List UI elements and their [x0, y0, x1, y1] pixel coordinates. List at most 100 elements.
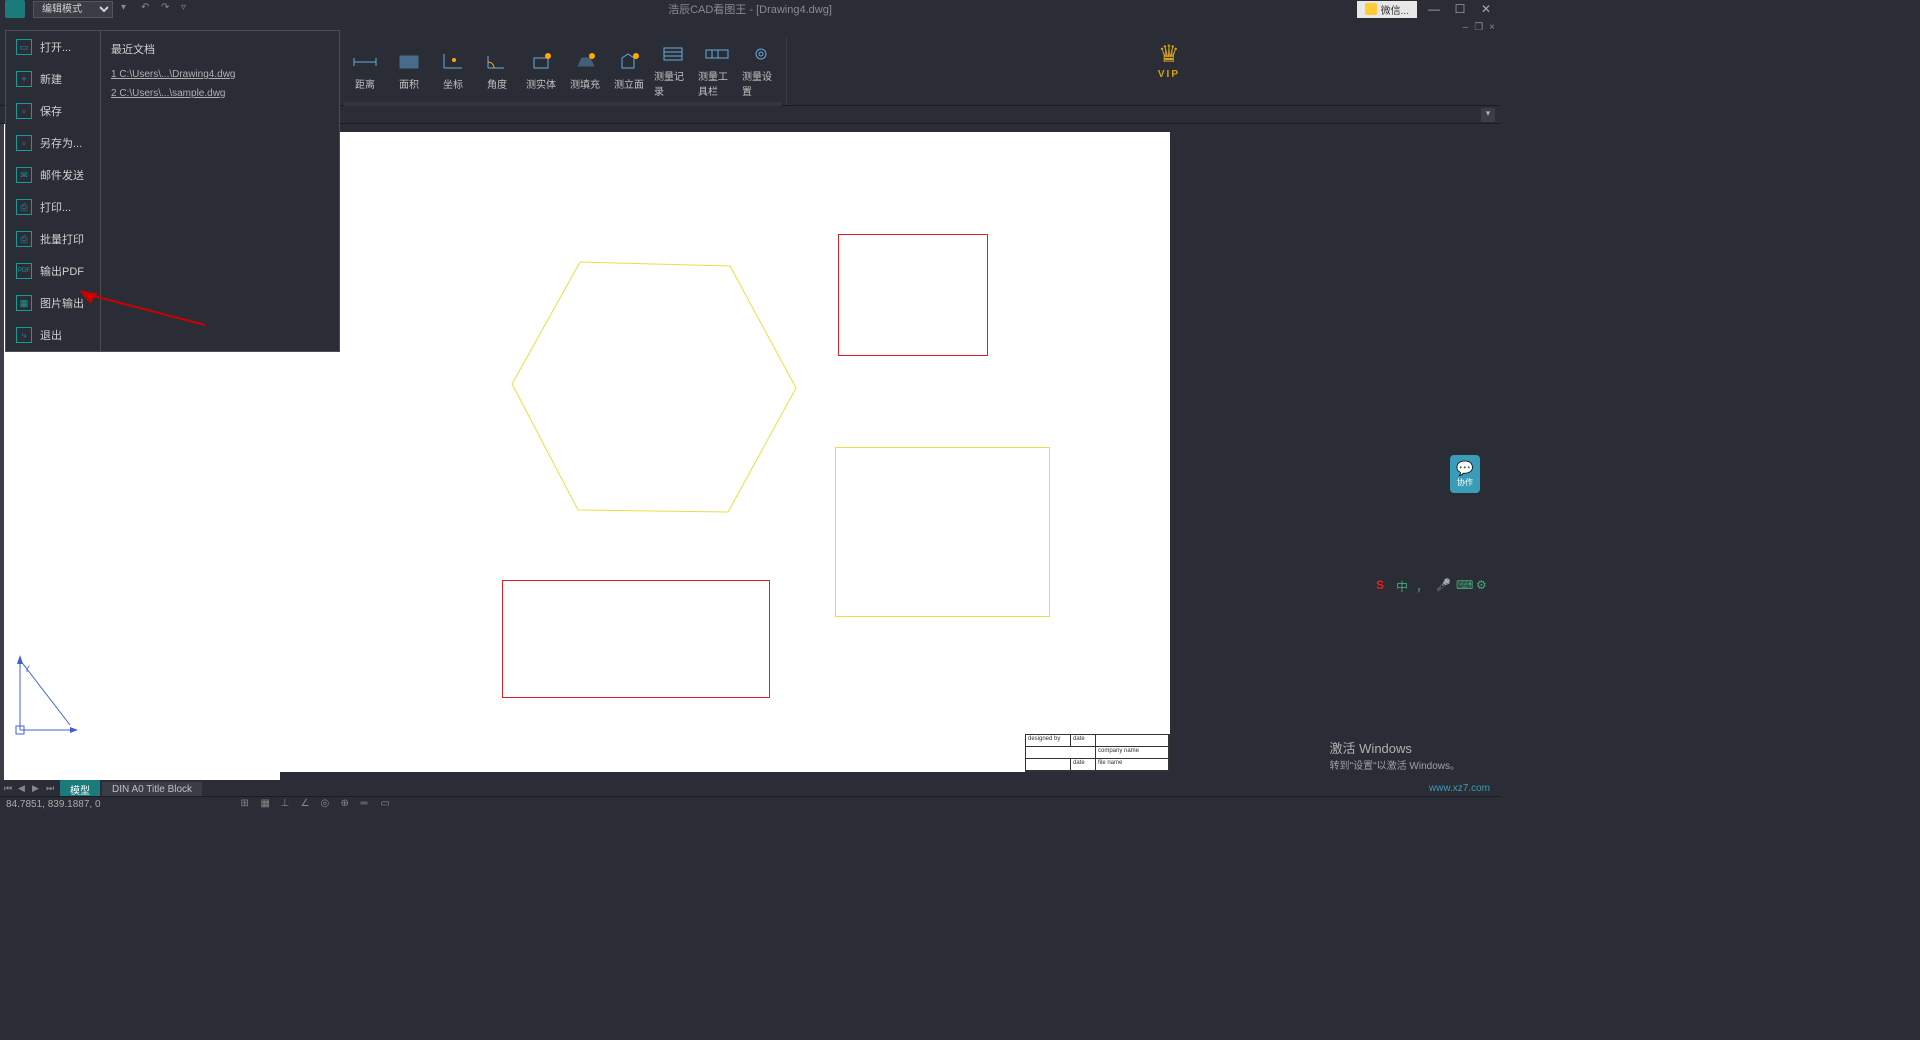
- ime-lang-icon[interactable]: 中: [1396, 578, 1412, 594]
- wechat-icon: [1365, 3, 1377, 15]
- ribbon-group-measure: 距离 面积 坐标 角度 测实体 测填充: [340, 38, 787, 105]
- lwt-icon[interactable]: ═: [361, 798, 375, 812]
- otrack-icon[interactable]: ⊕: [341, 798, 355, 812]
- collab-button[interactable]: 💬 协作: [1450, 455, 1480, 493]
- hexagon-shape: [510, 260, 800, 520]
- coord-button[interactable]: 坐标: [432, 38, 474, 102]
- coord-icon: [439, 50, 467, 74]
- hatch-icon: [571, 50, 599, 74]
- ime-punct-icon[interactable]: ，: [1416, 578, 1432, 594]
- angle-icon: [483, 50, 511, 74]
- mail-item[interactable]: ✉邮件发送: [6, 159, 100, 191]
- distance-button[interactable]: 距离: [344, 38, 386, 102]
- sub-window-controls: – ❐ ×: [1463, 22, 1495, 33]
- batch-print-icon: ⎙: [16, 231, 32, 247]
- recent-file-1[interactable]: 1 C:\Users\...\Drawing4.dwg: [111, 65, 329, 84]
- ime-keyboard-icon[interactable]: ⌨: [1456, 578, 1472, 594]
- svg-text:Y: Y: [24, 664, 30, 674]
- hatch-button[interactable]: 测填充: [564, 38, 606, 102]
- annotation-arrow-icon: [80, 290, 210, 330]
- red-rect-top: [838, 234, 988, 356]
- window-title: 浩辰CAD看图王 - [Drawing4.dwg]: [668, 1, 832, 17]
- save-icon: ▫: [16, 103, 32, 119]
- angle-button[interactable]: 角度: [476, 38, 518, 102]
- crown-icon: ♛: [1158, 40, 1180, 69]
- plus-icon: +: [16, 71, 32, 87]
- redo-icon[interactable]: ↷: [161, 2, 175, 16]
- osnap-icon[interactable]: ◎: [321, 798, 335, 812]
- status-bar: 84.7851, 839.1887, 0 ⊞ ▦ ⊥ ∠ ◎ ⊕ ═ ▭: [0, 796, 1500, 812]
- chat-icon: 💬: [1456, 460, 1473, 477]
- saveas-item[interactable]: ▫另存为...: [6, 127, 100, 159]
- title-bar: 编辑模式 ▾ ↶ ↷ ▿ 浩辰CAD看图王 - [Drawing4.dwg] 微…: [0, 0, 1500, 18]
- new-item[interactable]: +新建: [6, 63, 100, 95]
- snap-icon[interactable]: ⊞: [241, 798, 255, 812]
- gear-icon: [747, 42, 775, 66]
- folder-icon: ▭: [16, 39, 32, 55]
- grid-icon[interactable]: ▦: [261, 798, 275, 812]
- pdf-icon: PDF: [16, 263, 32, 279]
- recent-title: 最近文档: [111, 41, 329, 57]
- quick-access-toolbar: ▾ ↶ ↷ ▿: [121, 2, 195, 16]
- tab-prev-icon[interactable]: ◀: [18, 783, 30, 795]
- record-button[interactable]: 测量记录: [652, 38, 694, 102]
- qat-dropdown-icon[interactable]: ▾: [121, 2, 135, 16]
- area-icon: [395, 50, 423, 74]
- status-tools: ⊞ ▦ ⊥ ∠ ◎ ⊕ ═ ▭: [241, 798, 395, 812]
- elevation-button[interactable]: 测立面: [608, 38, 650, 102]
- entity-button[interactable]: 测实体: [520, 38, 562, 102]
- print-icon: ⎙: [16, 199, 32, 215]
- save-item[interactable]: ▫保存: [6, 95, 100, 127]
- open-item[interactable]: ▭打开...: [6, 31, 100, 63]
- export-pdf-item[interactable]: PDF输出PDF: [6, 255, 100, 287]
- mode-selector[interactable]: 编辑模式: [33, 1, 113, 18]
- sub-close-icon[interactable]: ×: [1489, 22, 1495, 33]
- wechat-button[interactable]: 微信...: [1357, 1, 1417, 18]
- toolbar-button[interactable]: 测量工具栏: [696, 38, 738, 102]
- tab-last-icon[interactable]: ⏭: [46, 783, 58, 795]
- dyn-icon[interactable]: ▭: [381, 798, 395, 812]
- batch-print-item[interactable]: ⎙批量打印: [6, 223, 100, 255]
- maximize-button[interactable]: ☐: [1451, 2, 1469, 16]
- sub-minimize-icon[interactable]: –: [1463, 22, 1469, 33]
- ortho-icon[interactable]: ⊥: [281, 798, 295, 812]
- ime-settings-icon[interactable]: ⚙: [1476, 578, 1492, 594]
- wechat-label: 微信...: [1381, 2, 1409, 17]
- ime-logo-icon[interactable]: S: [1376, 578, 1392, 594]
- layout-tab[interactable]: DIN A0 Title Block: [102, 782, 202, 797]
- drawing-paper[interactable]: designed bydate company name datefile na…: [280, 132, 1170, 772]
- windows-watermark: 激活 Windows 转到"设置"以激活 Windows。: [1330, 738, 1460, 772]
- print-item[interactable]: ⎙打印...: [6, 191, 100, 223]
- tab-first-icon[interactable]: ⏮: [4, 783, 16, 795]
- saveas-icon: ▫: [16, 135, 32, 151]
- polar-icon[interactable]: ∠: [301, 798, 315, 812]
- entity-icon: [527, 50, 555, 74]
- close-button[interactable]: ✕: [1477, 2, 1495, 16]
- coordinates: 84.7851, 839.1887, 0: [6, 799, 101, 810]
- record-icon: [659, 42, 687, 66]
- toolbar-icon: [703, 42, 731, 66]
- mail-icon: ✉: [16, 167, 32, 183]
- image-icon: ▦: [16, 295, 32, 311]
- app-logo-icon[interactable]: [5, 0, 25, 18]
- yellow-rect: [835, 447, 1050, 617]
- title-block: designed bydate company name datefile na…: [1025, 734, 1170, 772]
- recent-file-2[interactable]: 2 C:\Users\...\sample.dwg: [111, 84, 329, 103]
- vip-badge[interactable]: ♛ VIP: [1158, 40, 1180, 80]
- qat-more-icon[interactable]: ▿: [181, 2, 195, 16]
- site-watermark: www.xz7.com: [1429, 783, 1490, 794]
- red-rect-bottom: [502, 580, 770, 698]
- distance-icon: [351, 50, 379, 74]
- ime-mic-icon[interactable]: 🎤: [1436, 578, 1452, 594]
- settings-button[interactable]: 测量设置: [740, 38, 782, 102]
- ucs-icon: Y: [10, 650, 80, 740]
- tab-overflow-icon[interactable]: ▾: [1481, 108, 1495, 122]
- exit-icon: ⤷: [16, 327, 32, 343]
- ime-toolbar: S 中 ， 🎤 ⌨ ⚙: [1376, 578, 1492, 594]
- minimize-button[interactable]: —: [1425, 2, 1443, 16]
- undo-icon[interactable]: ↶: [141, 2, 155, 16]
- tab-next-icon[interactable]: ▶: [32, 783, 44, 795]
- elevation-icon: [615, 50, 643, 74]
- area-button[interactable]: 面积: [388, 38, 430, 102]
- sub-restore-icon[interactable]: ❐: [1474, 22, 1483, 33]
